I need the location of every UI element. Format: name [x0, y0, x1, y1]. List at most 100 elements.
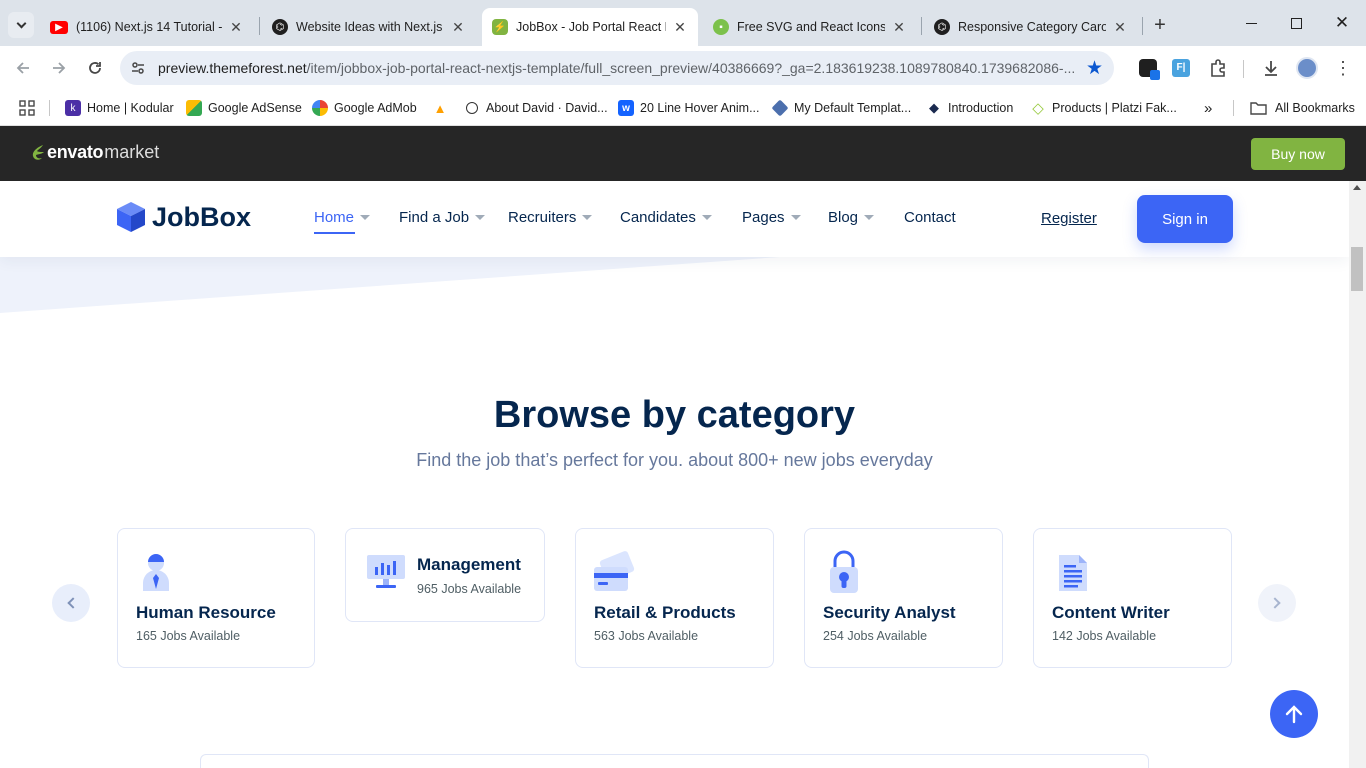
nav-contact[interactable]: Contact	[904, 209, 956, 226]
chevron-double-right-icon: »	[1204, 99, 1213, 117]
maximize-button[interactable]	[1273, 0, 1319, 46]
url-path: /item/jobbox-job-portal-react-nextjs-tem…	[306, 60, 1076, 76]
category-card[interactable]: Security Analyst 254 Jobs Available	[804, 528, 1003, 668]
envato-leaf-icon	[32, 144, 44, 160]
downloads-button[interactable]	[1257, 54, 1285, 82]
extension-button[interactable]: F|	[1167, 54, 1195, 82]
profile-button[interactable]	[1293, 54, 1321, 82]
browser-tab[interactable]: ⌬ Website Ideas with Next.js ✕	[262, 8, 476, 46]
chatgpt-icon: ⌬	[934, 19, 950, 35]
puzzle-icon	[1211, 59, 1225, 77]
browser-menu-button[interactable]: ⋮	[1329, 54, 1357, 82]
management-icon	[367, 555, 405, 588]
reload-button[interactable]	[81, 54, 109, 82]
adsense-icon	[186, 100, 202, 116]
more-bookmarks-button[interactable]: »	[1204, 98, 1212, 118]
bookmark-star-icon[interactable]: ★	[1086, 57, 1103, 80]
category-name: Content Writer	[1052, 603, 1170, 622]
register-link[interactable]: Register	[1041, 210, 1097, 227]
browser-toolbar: preview.themeforest.net/item/jobbox-job-…	[0, 46, 1366, 90]
window-close-button[interactable]: ✕	[1319, 0, 1365, 46]
chatgpt-icon: ⌬	[272, 19, 288, 35]
bookmark-item[interactable]: Google AdMob	[312, 98, 417, 118]
browser-tab-active[interactable]: ⚡ JobBox - Job Portal React Ne ✕	[482, 8, 698, 46]
diamond-icon: ◆	[929, 100, 939, 115]
browser-tab[interactable]: ▪ Free SVG and React Icons - I ✕	[703, 8, 917, 46]
bookmark-label: Home | Kodular	[87, 101, 174, 115]
bookmark-item[interactable]: My Default Templat...	[771, 98, 911, 118]
nav-home[interactable]: Home	[314, 209, 371, 226]
carousel-prev-button[interactable]	[52, 584, 90, 622]
chevron-right-icon	[1269, 597, 1281, 609]
caret-down-icon	[475, 215, 486, 220]
bookmark-item[interactable]: w 20 Line Hover Anim...	[618, 98, 760, 118]
nav-recruiters[interactable]: Recruiters	[508, 209, 593, 226]
carousel-next-button[interactable]	[1258, 584, 1296, 622]
category-jobs-count: 254 Jobs Available	[823, 629, 928, 643]
category-name: Management	[417, 555, 521, 574]
close-icon[interactable]: ✕	[228, 19, 244, 35]
buy-now-button[interactable]: Buy now	[1251, 138, 1345, 170]
category-jobs-count: 142 Jobs Available	[1052, 629, 1157, 643]
scrollbar-thumb[interactable]	[1351, 247, 1363, 291]
category-card[interactable]: Management 965 Jobs Available	[345, 528, 545, 622]
bookmark-label: About David · David...	[486, 101, 608, 115]
envato-wordmark: envato	[47, 142, 104, 162]
address-bar[interactable]: preview.themeforest.net/item/jobbox-job-…	[120, 51, 1114, 85]
nav-label: Contact	[904, 209, 956, 226]
new-tab-button[interactable]: +	[1148, 13, 1172, 37]
bookmark-item[interactable]: k Home | Kodular	[65, 98, 174, 118]
category-jobs-count: 165 Jobs Available	[136, 629, 241, 643]
browser-tab[interactable]: ⌬ Responsive Category Carous ✕	[924, 8, 1138, 46]
bookmark-item[interactable]: ◇ Products | Platzi Fak...	[1030, 98, 1177, 118]
category-name: Security Analyst	[823, 603, 956, 622]
brand-name: JobBox	[152, 201, 252, 232]
nav-label: Pages	[742, 209, 785, 226]
category-name: Human Resource	[136, 603, 276, 622]
bookmark-item[interactable]: About David · David...	[464, 98, 608, 118]
content-writer-icon	[1059, 555, 1087, 591]
category-card[interactable]: Content Writer 142 Jobs Available	[1033, 528, 1232, 668]
minimize-button[interactable]	[1228, 0, 1274, 46]
nav-blog[interactable]: Blog	[828, 209, 875, 226]
close-icon[interactable]: ✕	[1112, 19, 1128, 35]
caret-down-icon	[582, 215, 593, 220]
apps-button[interactable]	[19, 98, 35, 118]
sign-in-button[interactable]: Sign in	[1137, 195, 1233, 243]
nav-find-a-job[interactable]: Find a Job	[399, 209, 486, 226]
nav-label: Candidates	[620, 209, 696, 226]
back-button[interactable]	[9, 54, 37, 82]
close-icon[interactable]: ✕	[450, 19, 466, 35]
section-title: Browse by category	[493, 394, 856, 436]
envato-icon: ⚡	[492, 19, 508, 35]
extensions-menu-button[interactable]	[1204, 54, 1232, 82]
category-jobs-count: 965 Jobs Available	[417, 582, 522, 596]
bookmark-item[interactable]: ◆ Introduction	[926, 98, 1013, 118]
bookmark-item[interactable]: Google AdSense	[186, 98, 302, 118]
category-card[interactable]: Human Resource 165 Jobs Available	[117, 528, 315, 668]
all-bookmarks-button[interactable]: All Bookmarks	[1250, 98, 1355, 118]
site-info-icon[interactable]	[130, 60, 146, 76]
category-card[interactable]: Retail & Products 563 Jobs Available	[575, 528, 774, 668]
jobbox-logo[interactable]: JobBox	[116, 201, 251, 233]
forward-button[interactable]	[45, 54, 73, 82]
download-icon	[1265, 61, 1277, 76]
nav-pages[interactable]: Pages	[742, 209, 801, 226]
close-icon[interactable]: ✕	[891, 19, 907, 35]
envato-market-suffix: market	[104, 142, 160, 162]
template-icon	[771, 99, 789, 117]
browser-tab[interactable]: ▶ (1106) Next.js 14 Tutorial - 1 ✕	[40, 8, 254, 46]
tab-divider	[259, 17, 260, 35]
bookmark-label: Products | Platzi Fak...	[1052, 101, 1177, 115]
bookmark-item[interactable]: ▲	[432, 98, 454, 118]
bookmark-label: 20 Line Hover Anim...	[640, 101, 760, 115]
nav-candidates[interactable]: Candidates	[620, 209, 712, 226]
extension-button[interactable]	[1134, 54, 1162, 82]
scroll-to-top-button[interactable]	[1270, 690, 1318, 738]
close-icon[interactable]: ✕	[672, 19, 688, 35]
retail-icon	[594, 551, 635, 591]
tab-search-button[interactable]	[8, 12, 34, 38]
extension-fi-icon: F|	[1172, 59, 1190, 77]
envato-market-logo[interactable]: envato market	[30, 142, 159, 163]
scroll-up-arrow-icon[interactable]	[1353, 185, 1361, 190]
